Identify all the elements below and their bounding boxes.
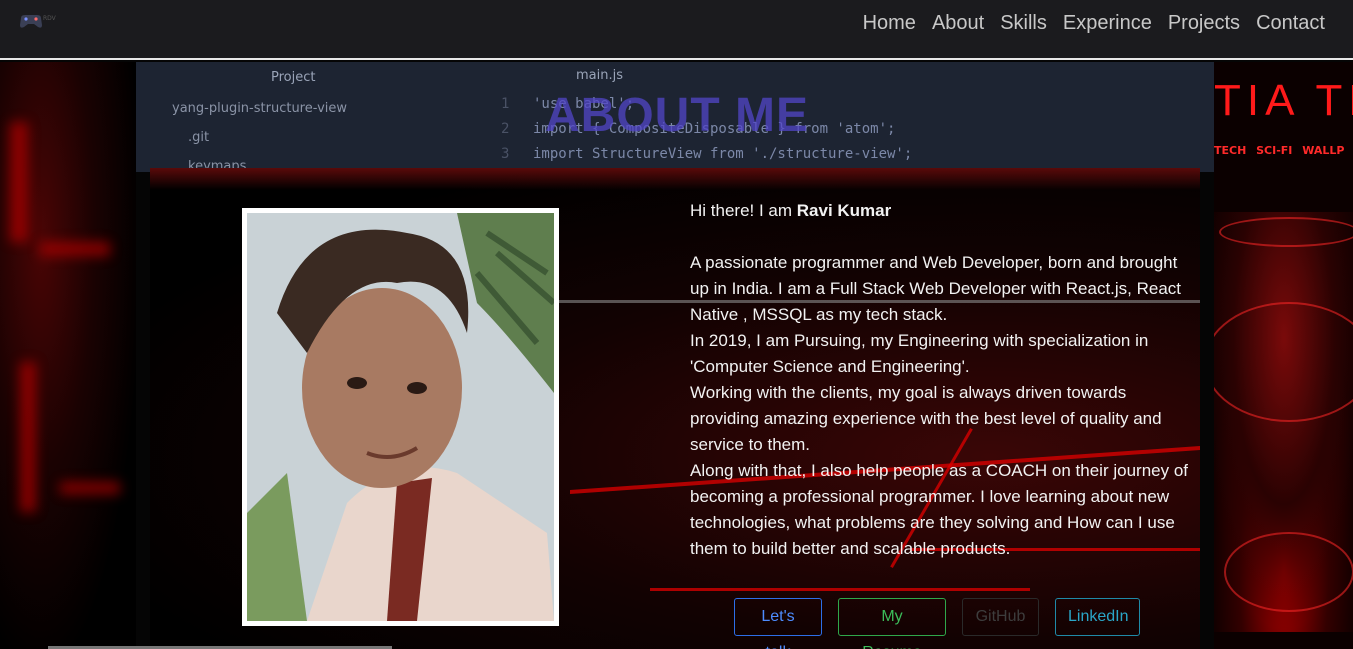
action-buttons: Let's talk My Resume GitHub LinkedIn: [734, 598, 1140, 649]
line-number: 3: [501, 146, 510, 162]
nav-about[interactable]: About: [932, 10, 984, 36]
wallpaper-ring: [1219, 217, 1353, 247]
about-card: Hi there! I am Ravi Kumar A passionate p…: [150, 168, 1200, 649]
nav-links: Home About Skills Experince Projects Con…: [863, 10, 1325, 36]
bio-name: Ravi Kumar: [796, 201, 892, 220]
neon-line: [650, 588, 1030, 591]
nav-projects[interactable]: Projects: [1168, 10, 1240, 36]
bio-paragraph: In 2019, I am Pursuing, my Engineering w…: [690, 331, 1149, 376]
bio-paragraph: Along with that, I also help people as a…: [690, 461, 1189, 558]
bio-text: Hi there! I am Ravi Kumar A passionate p…: [690, 198, 1190, 562]
my-resume-button[interactable]: My Resume: [838, 598, 946, 649]
tree-item: .git: [188, 130, 210, 145]
nav-contact[interactable]: Contact: [1256, 10, 1325, 36]
wallpaper-ring: [1214, 302, 1353, 422]
tree-item: yang-plugin-structure-view: [172, 101, 348, 116]
bio-greeting: Hi there! I am Ravi Kumar: [690, 198, 1190, 224]
line-number: 2: [501, 121, 510, 137]
gamepad-logo-icon[interactable]: RDV: [18, 12, 68, 32]
section-title: ABOUT ME: [545, 89, 809, 142]
bio-paragraph: A passionate programmer and Web Develope…: [690, 253, 1182, 324]
nav-home[interactable]: Home: [863, 10, 916, 36]
card-top-glow: [150, 168, 1200, 190]
logo-text: RDV: [43, 15, 57, 22]
neon-streak: [20, 362, 36, 512]
neon-streak: [60, 482, 120, 494]
linkedin-button[interactable]: LinkedIn: [1055, 598, 1140, 636]
wallpaper-sign: TIA TE: [1214, 76, 1353, 125]
editor-project-label: Project: [271, 70, 316, 85]
lets-talk-button[interactable]: Let's talk: [734, 598, 822, 649]
neon-streak: [10, 122, 28, 242]
bio-paragraph: Working with the clients, my goal is alw…: [690, 383, 1162, 454]
background-left-wallpaper: [0, 62, 136, 649]
wallpaper-ring: [1224, 532, 1353, 612]
nav-skills[interactable]: Skills: [1000, 10, 1047, 36]
greeting-prefix: Hi there! I am: [690, 201, 797, 220]
nav-experience[interactable]: Experince: [1063, 10, 1152, 36]
page: RDV Home About Skills Experince Projects…: [0, 0, 1353, 649]
code-line: import StructureView from './structure-v…: [533, 146, 913, 162]
background-right-wallpaper: TIA TE TECH SCI-FI WALLP: [1214, 62, 1353, 649]
line-number: 1: [501, 96, 510, 112]
github-button[interactable]: GitHub: [962, 598, 1039, 636]
navbar: RDV Home About Skills Experince Projects…: [0, 0, 1353, 60]
profile-photo: [242, 208, 559, 626]
wallpaper-tags: TECH SCI-FI WALLP: [1214, 144, 1345, 157]
editor-tab: main.js: [576, 68, 623, 83]
neon-streak: [40, 242, 110, 256]
